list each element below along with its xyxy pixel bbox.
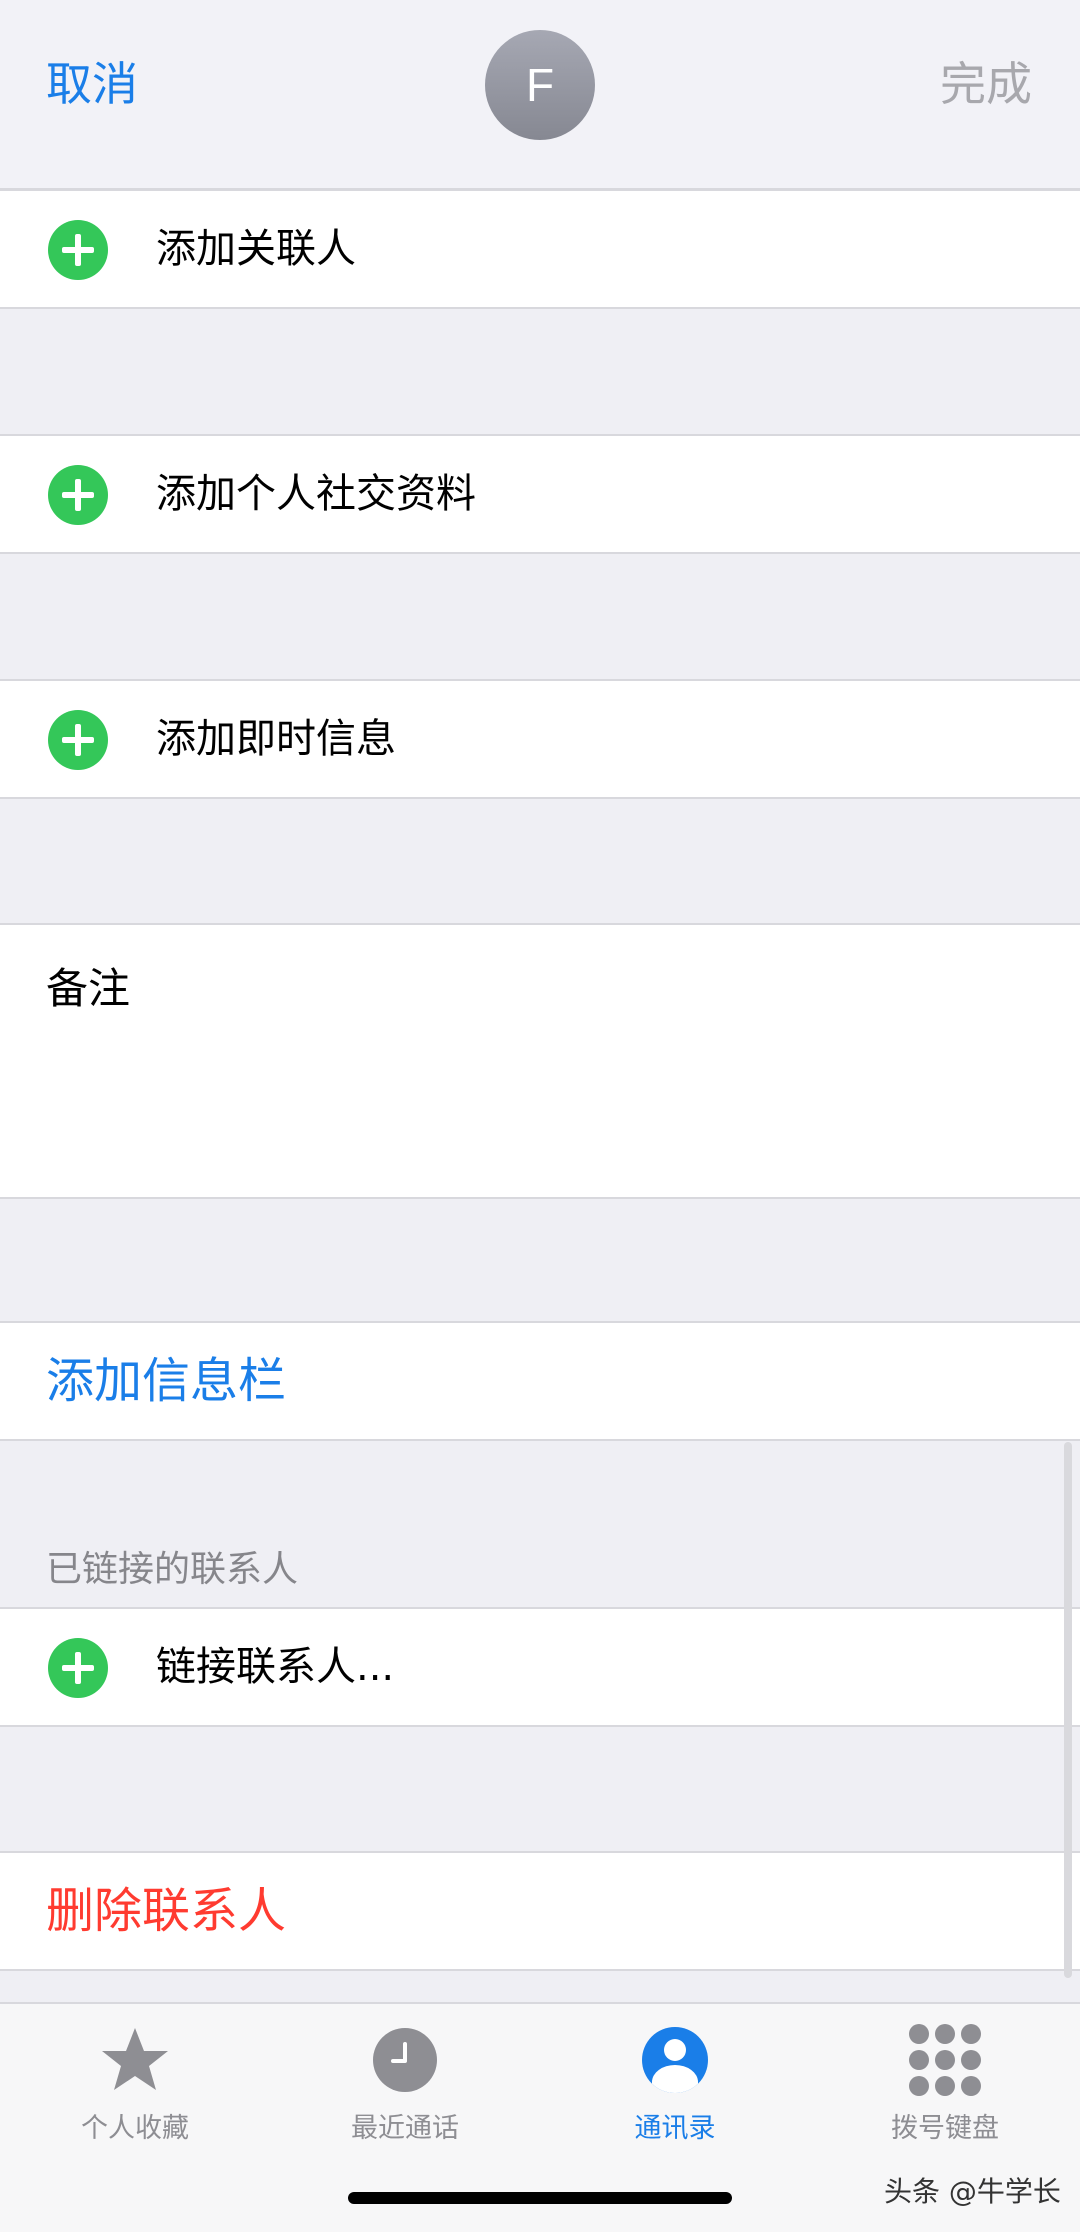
notes-field[interactable]: 备注 [0,923,1080,1199]
star-icon [99,2024,171,2096]
nav-header: 取消 F 完成 [0,0,1080,190]
add-social-profile-row[interactable]: 添加个人社交资料 [0,434,1080,554]
done-button[interactable]: 完成 [940,52,1032,116]
contact-avatar[interactable]: F [485,30,595,140]
add-related-label: 添加关联人 [156,226,356,272]
add-icon[interactable] [48,710,108,770]
watermark-text: 头条 @牛学长 [884,2175,1061,2208]
contacts-icon [639,2024,711,2096]
delete-contact-button[interactable]: 删除联系人 [46,1853,286,1969]
tab-label: 拨号键盘 [891,2113,999,2144]
link-contacts-label: 链接联系人... [156,1644,395,1690]
add-icon[interactable] [48,220,108,280]
add-field-button[interactable]: 添加信息栏 [46,1323,286,1439]
keypad-icon [909,2024,981,2096]
tab-keypad[interactable]: 拨号键盘 [810,2018,1080,2158]
add-field-row[interactable]: 添加信息栏 [0,1321,1080,1441]
tab-label: 最近通话 [351,2113,459,2144]
tab-favorites[interactable]: 个人收藏 [0,2018,270,2158]
clock-icon [369,2024,441,2096]
add-icon[interactable] [48,465,108,525]
add-icon[interactable] [48,1638,108,1698]
add-social-profile-label: 添加个人社交资料 [156,471,476,517]
tab-label: 个人收藏 [81,2113,189,2144]
delete-contact-row[interactable]: 删除联系人 [0,1851,1080,1971]
notes-label: 备注 [46,964,131,1013]
add-instant-message-label: 添加即时信息 [156,716,396,762]
home-indicator[interactable] [348,2192,732,2204]
tab-recents[interactable]: 最近通话 [270,2018,540,2158]
link-contacts-row[interactable]: 链接联系人... [0,1607,1080,1727]
linked-contacts-header: 已链接的联系人 [46,1549,299,1590]
tab-label: 通讯录 [634,2113,716,2144]
cancel-button[interactable]: 取消 [46,52,138,116]
tab-contacts[interactable]: 通讯录 [540,2018,810,2158]
add-instant-message-row[interactable]: 添加即时信息 [0,679,1080,799]
scrollbar[interactable] [1064,1442,1072,1978]
screen: 取消 F 完成 添加关联人 添加个人社交资料 添加即时信息 备注 添加信息栏 已… [0,0,1080,2232]
add-related-row[interactable]: 添加关联人 [0,189,1080,309]
